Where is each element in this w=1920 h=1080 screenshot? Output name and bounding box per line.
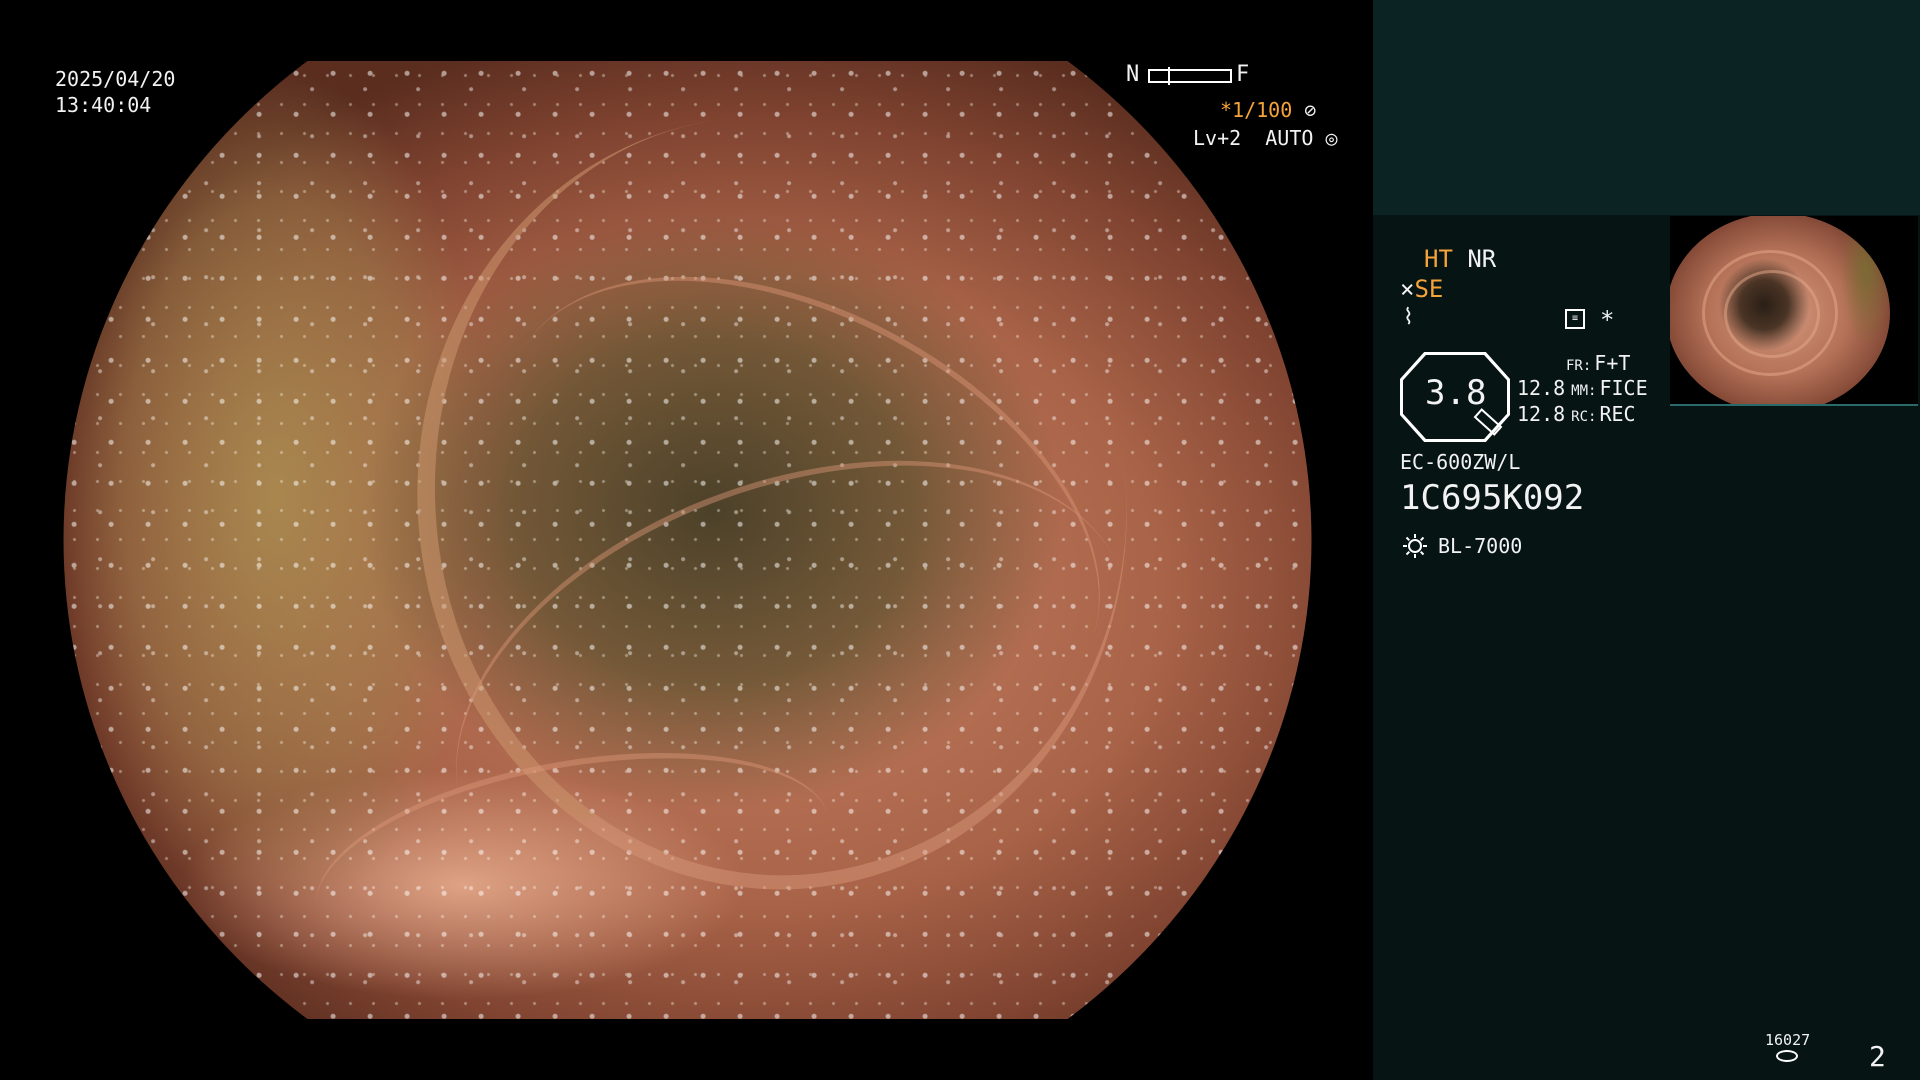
date-text: 2025/04/20 (55, 67, 176, 91)
target-icon: ◎ (1325, 126, 1338, 150)
recording-mode-icon: ≡ (1565, 309, 1585, 329)
timestamp: 2025/04/20 13:40:04 (55, 66, 175, 118)
ht-label: HT (1424, 245, 1453, 273)
scope-model: EC-600ZW/L (1400, 450, 1521, 474)
exposure-level: Lv+2 AUTO ◎ (1193, 128, 1338, 148)
se-label: SE (1414, 275, 1444, 303)
sun-icon (1403, 534, 1427, 558)
thumbnail-fold (1724, 270, 1820, 358)
rc-value: REC (1599, 402, 1636, 426)
mm-row: 12.8 MM: FICE (1517, 378, 1648, 398)
shutter-text: *1/100 (1220, 98, 1293, 122)
image-counter: 16027 (1765, 1031, 1811, 1049)
thumbnail-strip (1670, 404, 1918, 406)
rc-row: 12.8 RC: REC (1517, 404, 1636, 424)
page-number: 2 (1869, 1040, 1886, 1073)
scale-bar (1148, 67, 1232, 85)
rc-number: 12.8 (1517, 402, 1566, 426)
time-text: 13:40:04 (55, 93, 152, 117)
scale-far-label: F (1236, 62, 1250, 87)
scope-serial: 1C695K092 (1400, 478, 1585, 518)
ht-nr-indicator: HT NR (1424, 247, 1496, 271)
fr-label: FR: (1566, 358, 1592, 374)
mm-value: FICE (1599, 376, 1648, 400)
nr-label: NR (1467, 245, 1497, 273)
thumbnail-image (1670, 216, 1890, 406)
mm-number: 12.8 (1517, 376, 1566, 400)
light-source: BL-7000 (1438, 534, 1523, 558)
near-far-scale: N F (1126, 64, 1254, 88)
se-indicator: ⨯SE (1400, 277, 1443, 301)
exposure-text: Lv+2 AUTO (1193, 126, 1314, 150)
mm-label: MM: (1571, 383, 1597, 399)
fr-row: FR: F+T (1566, 353, 1630, 373)
rc-label: RC: (1571, 409, 1597, 425)
shutter-speed: *1/100 ⊘ (1220, 100, 1316, 120)
panel-header-area (1373, 0, 1920, 215)
disk-icon (1776, 1050, 1798, 1062)
fr-value: F+T (1594, 351, 1631, 375)
star-marker: * (1600, 306, 1615, 334)
endoscope-view (63, 61, 1312, 1019)
reference-thumbnail (1670, 216, 1918, 406)
scope-tip-icon: ⨯ (1400, 275, 1415, 303)
scale-near-label: N (1126, 62, 1140, 87)
aperture-icon: ⊘ (1304, 98, 1317, 122)
zoom-value: 3.8 (1425, 373, 1487, 413)
lightning-icon: ⌇ (1403, 305, 1414, 330)
